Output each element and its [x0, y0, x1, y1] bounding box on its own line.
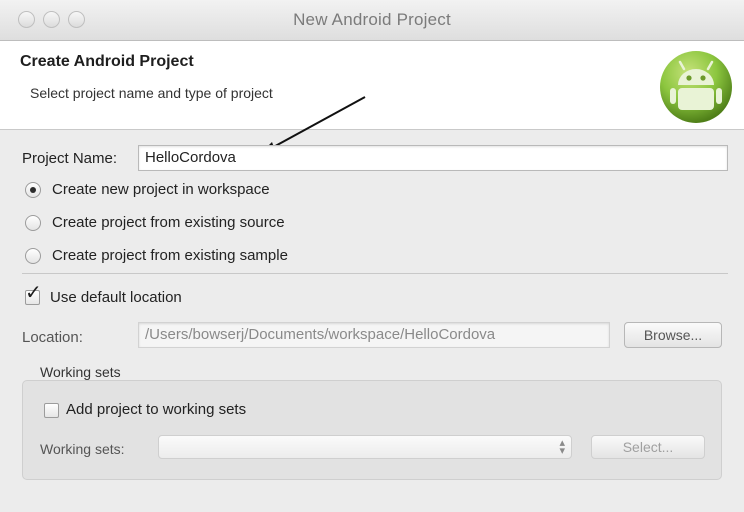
- location-field[interactable]: /Users/bowserj/Documents/workspace/Hello…: [138, 322, 610, 348]
- working-sets-group-title: Working sets: [40, 364, 121, 380]
- page-subtitle: Select project name and type of project: [30, 85, 273, 101]
- location-label: Location:: [22, 329, 83, 346]
- checkbox-icon[interactable]: [44, 403, 59, 418]
- working-sets-select[interactable]: ▴ ▾: [158, 435, 572, 459]
- checkbox-label: Add project to working sets: [66, 401, 247, 418]
- radio-button-icon[interactable]: [25, 215, 41, 231]
- radio-label: Create new project in workspace: [52, 181, 270, 198]
- page-title: Create Android Project: [20, 53, 194, 70]
- radio-button-icon[interactable]: [25, 248, 41, 264]
- working-sets-select-label: Working sets:: [40, 441, 125, 457]
- checkmark-icon: ✓: [25, 282, 42, 304]
- checkbox-label: Use default location: [50, 289, 182, 306]
- select-arrows-icon: ▴ ▾: [559, 437, 565, 457]
- radio-label: Create project from existing sample: [52, 247, 288, 264]
- section-divider: [22, 273, 728, 274]
- android-logo-icon: [660, 51, 732, 123]
- project-name-label: Project Name:: [22, 150, 118, 167]
- window-titlebar: New Android Project: [0, 0, 744, 41]
- select-working-sets-button[interactable]: Select...: [591, 435, 705, 459]
- project-name-field[interactable]: HelloCordova: [138, 145, 728, 171]
- working-sets-group: [22, 380, 722, 480]
- radio-label: Create project from existing source: [52, 214, 285, 231]
- radio-button-icon[interactable]: [25, 182, 41, 198]
- window-title: New Android Project: [293, 10, 451, 29]
- browse-button[interactable]: Browse...: [624, 322, 722, 348]
- wizard-header: Create Android Project Select project na…: [0, 41, 744, 130]
